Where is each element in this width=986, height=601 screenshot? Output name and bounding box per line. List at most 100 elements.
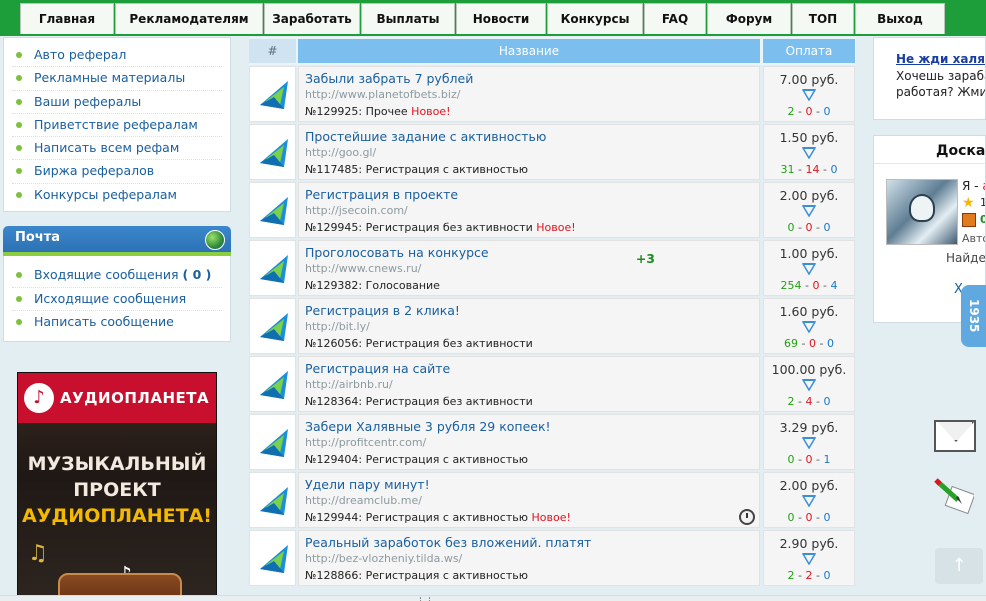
task-icon-cell[interactable] xyxy=(249,66,296,122)
mail-inbox-link[interactable]: Входящие сообщения ( 0 ) xyxy=(12,264,222,288)
stat-rejected: 4 xyxy=(805,395,813,408)
horizontal-scrollbar[interactable] xyxy=(0,595,986,601)
task-main-cell: Забыли забрать 7 рублей http://www.planet… xyxy=(298,66,760,122)
chevron-down-icon[interactable] xyxy=(802,321,816,333)
task-title-link[interactable]: Забыли забрать 7 рублей xyxy=(305,70,759,87)
referral-menu-item[interactable]: Написать всем рефам xyxy=(12,137,222,161)
mail-write-link[interactable]: Написать сообщение xyxy=(12,311,222,335)
outbox-label: Исходящие сообщения xyxy=(34,290,187,306)
chevron-down-icon[interactable] xyxy=(802,205,816,217)
left-sidebar: Авто реферал Рекламные материалы Ваши рефе… xyxy=(3,37,231,342)
scroll-to-top-button[interactable]: ↑ xyxy=(935,548,983,584)
task-category: Регистрация с активностью xyxy=(365,569,528,582)
task-stats: 2 - 2 - 0 xyxy=(764,568,854,584)
referral-menu-item[interactable]: Ваши рефералы xyxy=(12,91,222,114)
stat-rejected: 0 xyxy=(812,279,820,292)
referral-menu-label: Написать всем рефам xyxy=(34,140,180,156)
referral-menu-item[interactable]: Биржа рефералов xyxy=(12,160,222,184)
task-icon-cell[interactable] xyxy=(249,240,296,296)
stat-pending: 0 xyxy=(826,337,834,350)
nav-item[interactable]: Форум xyxy=(707,3,791,34)
stat-sep: - xyxy=(819,163,831,176)
task-icon-cell[interactable] xyxy=(249,356,296,412)
side-counter-tab[interactable]: 1935 xyxy=(961,285,986,347)
stat-sep: - xyxy=(812,453,824,466)
task-stats: 0 - 0 - 0 xyxy=(764,220,854,236)
task-title-link[interactable]: Реальный заработок без вложений. платят xyxy=(305,534,759,551)
nav-item[interactable]: Выход xyxy=(855,3,945,34)
task-id: №129925: xyxy=(305,105,363,118)
task-title-link[interactable]: Удели пару минут! xyxy=(305,476,759,493)
referral-menu-item[interactable]: Приветствие рефералам xyxy=(12,114,222,138)
task-meta: №126056: Регистрация без активности xyxy=(305,335,759,353)
referral-menu-label: Конкурсы рефералам xyxy=(34,186,177,202)
promo-link[interactable]: Не жди халяву, xyxy=(896,52,985,68)
task-title-link[interactable]: Проголосовать на конкурсе xyxy=(305,244,759,261)
bullet-icon xyxy=(16,319,22,326)
envelope-icon[interactable] xyxy=(934,420,976,452)
chevron-down-icon[interactable] xyxy=(802,553,816,565)
task-title-link[interactable]: Простейшие задание с активностью xyxy=(305,128,759,145)
task-category: Регистрация без активности xyxy=(365,221,533,234)
task-icon-cell[interactable] xyxy=(249,298,296,354)
nav-item[interactable]: Конкурсы xyxy=(547,3,643,34)
right-sidebar: Не жди халяву, Хочешь зараба работая? Жм… xyxy=(873,37,986,323)
nav-item[interactable]: FAQ xyxy=(644,3,706,34)
scrollbar-thumb[interactable] xyxy=(420,597,430,601)
nav-item[interactable]: ТОП xyxy=(792,3,854,34)
nav-item[interactable]: Новости xyxy=(456,3,546,34)
task-price: 1.00 руб. xyxy=(779,246,839,261)
nav-item[interactable]: Заработать xyxy=(264,3,360,34)
task-icon-cell[interactable] xyxy=(249,124,296,180)
write-label: Написать сообщение xyxy=(34,314,174,330)
audioplanet-banner[interactable]: ♪ АУДИОПЛАНЕТА МУЗЫКАЛЬНЫЙ ПРОЕКТ АУДИОП… xyxy=(17,372,217,601)
board-user: Я - а xyxy=(962,179,985,193)
chevron-down-icon[interactable] xyxy=(802,147,816,159)
task-category: Регистрация с активностью xyxy=(365,163,528,176)
bullet-icon xyxy=(16,295,22,302)
nav-item[interactable]: Рекламодателям xyxy=(115,3,263,34)
nav-item[interactable]: Выплаты xyxy=(361,3,455,34)
task-icon-cell[interactable] xyxy=(249,530,296,586)
referral-menu-item[interactable]: Конкурсы рефералам xyxy=(12,184,222,207)
clock-icon xyxy=(739,509,755,525)
bullet-icon xyxy=(16,168,22,175)
chevron-down-icon[interactable] xyxy=(802,495,816,507)
task-arrow-icon xyxy=(260,255,288,283)
referral-menu-item[interactable]: Авто реферал xyxy=(12,44,222,68)
task-title-link[interactable]: Регистрация в 2 клика! xyxy=(305,302,759,319)
task-stats: 254 - 0 - 4 xyxy=(764,278,854,294)
table-row: Регистрация на сайте http://airbnb.ru/ №12… xyxy=(249,355,856,413)
chevron-down-icon[interactable] xyxy=(802,263,816,275)
board-user-name[interactable]: а xyxy=(982,179,985,193)
avatar[interactable] xyxy=(886,179,958,245)
task-icon-cell[interactable] xyxy=(249,472,296,528)
task-category: Регистрация без активности xyxy=(365,395,533,408)
chevron-down-icon[interactable] xyxy=(802,89,816,101)
task-title-link[interactable]: Регистрация на сайте xyxy=(305,360,759,377)
stat-done: 0 xyxy=(787,221,795,234)
task-stats: 2 - 0 - 0 xyxy=(764,104,854,120)
banner-line-1: МУЗЫКАЛЬНЫЙ xyxy=(27,453,207,475)
task-title-link[interactable]: Забери Халявные 3 рубля 29 копеек! xyxy=(305,418,759,435)
task-meta: №129925: Прочее Новое! xyxy=(305,103,759,121)
stat-done: 2 xyxy=(787,105,795,118)
task-meta: №129944: Регистрация с активностью Новое… xyxy=(305,509,759,527)
task-title-link[interactable]: Регистрация в проекте xyxy=(305,186,759,203)
task-url: http://www.planetofbets.biz/ xyxy=(305,88,461,101)
referral-menu-item[interactable]: Рекламные материалы xyxy=(12,67,222,91)
chevron-down-icon[interactable] xyxy=(802,379,816,391)
pencil-icon[interactable] xyxy=(934,476,974,516)
chevron-down-icon[interactable] xyxy=(802,437,816,449)
task-price: 7.00 руб. xyxy=(779,72,839,87)
task-pay-cell: 100.00 руб. 2 - 4 - 0 xyxy=(763,356,855,412)
nav-item[interactable]: Главная xyxy=(20,3,114,34)
task-icon-cell[interactable] xyxy=(249,182,296,238)
task-icon-cell[interactable] xyxy=(249,414,296,470)
stat-pending: 0 xyxy=(823,569,831,582)
task-meta: №129404: Регистрация с активностью xyxy=(305,451,759,469)
stat-done: 2 xyxy=(787,569,795,582)
col-pay-header: Оплата xyxy=(763,39,855,63)
table-row: Удели пару минут! http://dreamclub.me/ №12… xyxy=(249,471,856,529)
mail-outbox-link[interactable]: Исходящие сообщения xyxy=(12,288,222,312)
